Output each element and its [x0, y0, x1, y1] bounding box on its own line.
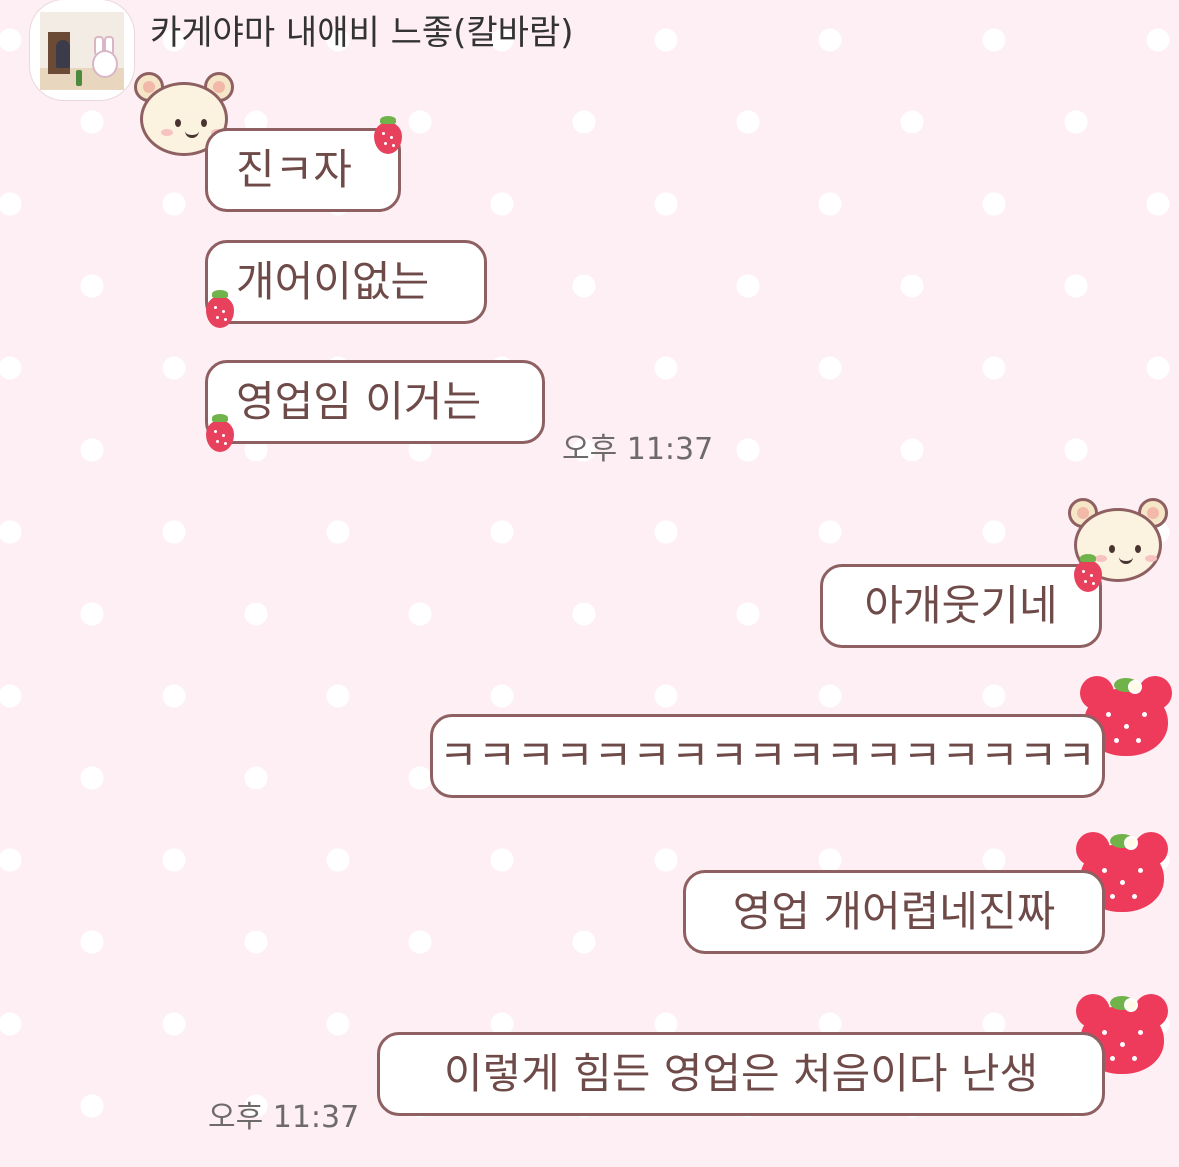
- message-text: 개어이없는: [236, 257, 430, 306]
- message-text: 영업 개어렵네진짜: [732, 887, 1056, 936]
- profile-avatar[interactable]: [30, 0, 134, 100]
- sender-name[interactable]: 카게야마 내애비 느좋(칼바람): [150, 5, 574, 54]
- message-text: 이렇게 힘든 영업은 처음이다 난생: [443, 1049, 1039, 1098]
- message-text: 진ㅋ자: [236, 145, 352, 194]
- received-message-bubble[interactable]: 진ㅋ자: [205, 128, 401, 212]
- avatar-bunny: [92, 50, 118, 78]
- message-text: ㅋㅋㅋㅋㅋㅋㅋㅋㅋㅋㅋㅋㅋㅋㅋㅋㅋ: [439, 731, 1096, 780]
- avatar-figure: [56, 40, 70, 68]
- sent-message-bubble[interactable]: ㅋㅋㅋㅋㅋㅋㅋㅋㅋㅋㅋㅋㅋㅋㅋㅋㅋ: [430, 714, 1105, 798]
- sent-message-bubble[interactable]: 아개웃기네: [820, 564, 1102, 648]
- strawberry-icon: [206, 414, 234, 452]
- received-timestamp: 오후 11:37: [562, 432, 714, 467]
- sent-timestamp: 오후 11:37: [208, 1100, 360, 1135]
- received-message-bubble[interactable]: 영업임 이거는: [205, 360, 545, 444]
- sent-message-bubble[interactable]: 영업 개어렵네진짜: [683, 870, 1105, 954]
- sent-message-bubble[interactable]: 이렇게 힘든 영업은 처음이다 난생: [377, 1032, 1105, 1116]
- chat-room: 카게야마 내애비 느좋(칼바람) 진ㅋ자 개어이없는 영업임 이거는 오후 11…: [0, 0, 1179, 1167]
- received-message-bubble[interactable]: 개어이없는: [205, 240, 487, 324]
- message-text: 아개웃기네: [864, 581, 1058, 630]
- avatar-bottle: [76, 70, 82, 86]
- message-text: 영업임 이거는: [236, 377, 482, 426]
